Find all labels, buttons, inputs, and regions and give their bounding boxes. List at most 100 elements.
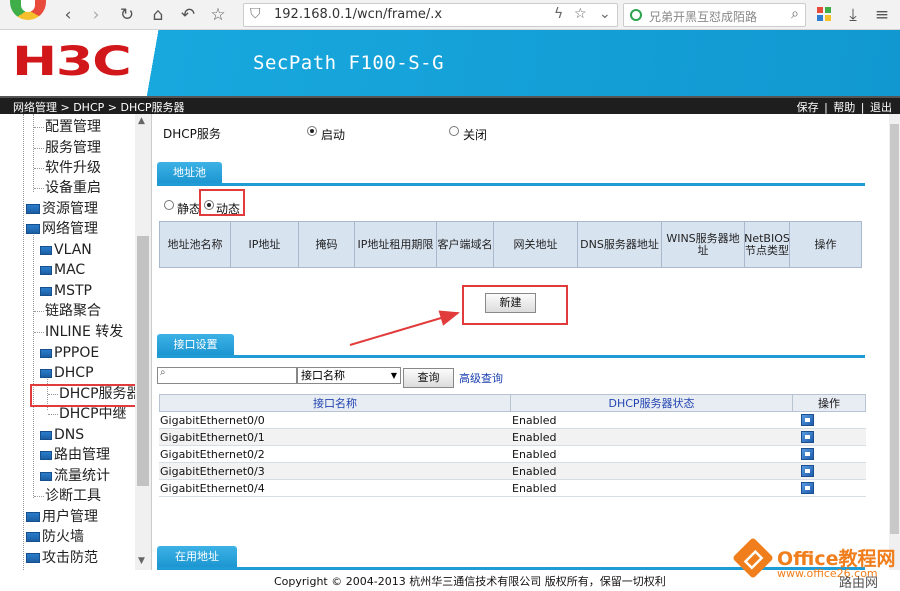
tree-item-attack-defense[interactable]: 攻击防范 (26, 548, 98, 568)
reload-icon[interactable]: ↻ (117, 5, 137, 25)
tree-item-resource-management[interactable]: 资源管理 (26, 199, 98, 219)
column-header: 网关地址 (494, 222, 578, 267)
scroll-down-icon[interactable]: ▼ (138, 556, 145, 566)
interface-status: Enabled (512, 431, 557, 444)
edit-icon[interactable] (801, 414, 814, 426)
scroll-up-icon[interactable]: ▲ (138, 116, 145, 126)
device-name: SecPath F100-S-G (253, 52, 445, 74)
tree-item-firewall[interactable]: 防火墙 (26, 527, 84, 547)
dhcp-enable-radio[interactable] (307, 126, 317, 136)
table-row: GigabitEthernet0/2 Enabled (159, 446, 866, 463)
tree-item-network-management[interactable]: 网络管理 (26, 219, 98, 239)
download-icon[interactable]: ⤓ (843, 5, 863, 25)
table-row: GigabitEthernet0/1 Enabled (159, 429, 866, 446)
edit-icon[interactable] (801, 465, 814, 477)
table-row: GigabitEthernet0/3 Enabled (159, 463, 866, 480)
tree-item-dns[interactable]: DNS (40, 425, 84, 445)
main-scroll-thumb[interactable] (890, 124, 899, 534)
interface-search-input[interactable]: ⌕ (157, 367, 297, 384)
back-icon[interactable]: ‹ (58, 5, 78, 25)
dhcp-disable-label: 关闭 (463, 128, 488, 142)
folder-icon (26, 532, 40, 542)
tree-item-dhcp[interactable]: DHCP (40, 363, 94, 383)
bookmark-star-icon[interactable]: ☆ (574, 6, 587, 22)
address-bar[interactable]: ⛉ 192.168.0.1/wcn/frame/.x ϟ ☆ ⌄ (243, 3, 618, 27)
static-label: 静态 (177, 202, 202, 216)
advanced-query-link[interactable]: 高级查询 (459, 370, 503, 386)
tree-item-diagnostic-tools[interactable]: 诊断工具 (34, 486, 101, 506)
folder-icon (40, 472, 52, 481)
tree-item-config-management[interactable]: 配置管理 (34, 117, 101, 137)
help-link[interactable]: 帮助 (831, 101, 857, 114)
query-button[interactable]: 查询 (403, 368, 454, 388)
tree-item-link-aggregation[interactable]: 链路聚合 (34, 301, 101, 321)
search-icon[interactable]: ⌕ (791, 6, 799, 22)
highlight-box (30, 384, 140, 407)
tab-address-pool[interactable]: 地址池 (157, 162, 222, 184)
top-links: 保存 | 帮助 | 退出 (795, 101, 894, 114)
tree-item-traffic-statistics[interactable]: 流量统计 (40, 466, 110, 486)
home-icon[interactable]: ⌂ (148, 5, 168, 25)
menu-icon[interactable]: ≡ (872, 5, 892, 25)
interface-status: Enabled (512, 465, 557, 478)
favorite-star-icon[interactable]: ☆ (208, 5, 228, 25)
tree-item-routing-management[interactable]: 路由管理 (40, 445, 110, 465)
lightning-icon[interactable]: ϟ (554, 6, 563, 22)
tab-in-use-addresses[interactable]: 在用地址 (157, 546, 237, 568)
search-icon: ⌕ (160, 367, 166, 378)
tree-scrollbar[interactable]: ▲ ▼ (135, 114, 151, 570)
edit-icon[interactable] (801, 431, 814, 443)
edit-icon[interactable] (801, 482, 814, 494)
interface-filter-select[interactable]: 接口名称 (297, 367, 401, 384)
tab-interface-settings[interactable]: 接口设置 (157, 334, 234, 356)
tree-item-user-management[interactable]: 用户管理 (26, 507, 98, 527)
column-header: WINS服务器地址 (662, 222, 745, 267)
tab-underline (157, 355, 865, 358)
browser-search-placeholder: 兄弟开黑互怼成陌路 (649, 10, 758, 24)
browser-search-box[interactable]: 兄弟开黑互怼成陌路 ⌕ (623, 3, 806, 27)
search-engine-icon (630, 9, 642, 21)
column-header: DHCP服务器状态 (511, 395, 793, 412)
static-radio[interactable] (164, 200, 174, 210)
folder-icon (40, 349, 52, 358)
app-header: H3C SecPath F100-S-G (0, 30, 900, 96)
tree-item-mac[interactable]: MAC (40, 260, 85, 280)
dhcp-disable-radio[interactable] (449, 126, 459, 136)
column-header: 操作 (814, 237, 837, 251)
tree-item-device-reboot[interactable]: 设备重启 (34, 178, 101, 198)
interface-name: GigabitEthernet0/1 (160, 431, 265, 444)
logout-link[interactable]: 退出 (868, 101, 894, 114)
main-scrollbar[interactable] (889, 114, 900, 570)
tree-item-mstp[interactable]: MSTP (40, 281, 92, 301)
tree-item-service-management[interactable]: 服务管理 (34, 138, 101, 158)
folder-icon (26, 204, 40, 214)
tree-scroll-thumb[interactable] (137, 236, 149, 486)
interface-status: Enabled (512, 448, 557, 461)
interface-name: GigabitEthernet0/0 (160, 414, 265, 427)
breadcrumb: 网络管理 > DHCP > DHCP服务器 (13, 101, 185, 114)
column-header: NetBIOS节点类型 (744, 222, 790, 267)
tree-item-pppoe[interactable]: PPPOE (40, 343, 99, 363)
folder-icon (40, 287, 52, 296)
undo-icon[interactable]: ↶ (178, 5, 198, 25)
tree-item-vlan[interactable]: VLAN (40, 240, 92, 260)
office-logo-icon (732, 537, 774, 579)
edit-icon[interactable] (801, 448, 814, 460)
dhcp-service-label: DHCP服务 (163, 127, 221, 141)
column-header: IP地址租用期限 (355, 222, 437, 267)
table-row: GigabitEthernet0/4 Enabled (159, 480, 866, 497)
tree-item-dhcp-relay[interactable]: DHCP中继 (48, 404, 127, 424)
interface-table-header: 接口名称 DHCP服务器状态 操作 (159, 394, 866, 412)
interface-name: GigabitEthernet0/4 (160, 482, 265, 495)
column-header: 地址池名称 (160, 222, 231, 267)
save-link[interactable]: 保存 (795, 101, 821, 114)
folder-icon (40, 431, 52, 440)
folder-icon (40, 266, 52, 275)
header-band (128, 30, 900, 96)
apps-grid-icon[interactable] (817, 7, 831, 21)
forward-icon[interactable]: › (86, 5, 106, 25)
chevron-down-icon[interactable]: ⌄ (599, 6, 611, 22)
tree-item-inline-forwarding[interactable]: INLINE 转发 (34, 322, 123, 342)
tree-connector (23, 114, 24, 570)
tree-item-software-upgrade[interactable]: 软件升级 (34, 158, 101, 178)
